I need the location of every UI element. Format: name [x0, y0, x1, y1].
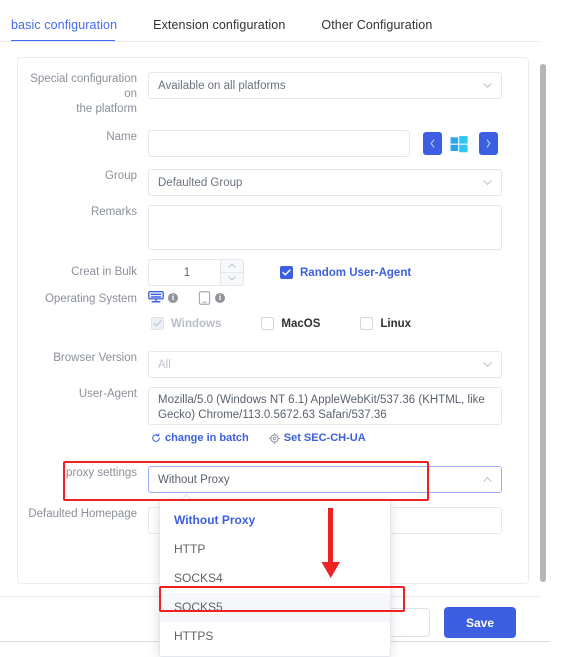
windows-logo-icon: [450, 135, 468, 153]
form-row-creat-in-bulk: Creat in Bulk 1: [17, 259, 411, 286]
next-profile-button[interactable]: [479, 132, 498, 155]
form-row-ua-links: change in batch: [17, 432, 366, 444]
group-control: [148, 169, 502, 196]
browser-version-label: Browser Version: [17, 351, 148, 366]
macos-label: MacOS: [281, 318, 320, 330]
name-input[interactable]: [148, 130, 410, 157]
os-checkbox-windows[interactable]: Windows: [151, 317, 221, 330]
creat-in-bulk-label: Creat in Bulk: [17, 259, 148, 286]
change-in-batch-label: change in batch: [165, 432, 249, 444]
random-user-agent-checkbox-row[interactable]: Random User-Agent: [280, 266, 411, 279]
dropdown-option-socks5[interactable]: SOCKS5: [160, 593, 390, 622]
os-type-mobile[interactable]: i: [198, 291, 225, 305]
set-sec-ch-ua-label: Set SEC-CH-UA: [284, 432, 366, 444]
operating-system-label: Operating System: [17, 291, 148, 308]
random-user-agent-label: Random User-Agent: [300, 267, 411, 279]
scrollbar-thumb[interactable]: [540, 64, 546, 582]
stepper-buttons: [220, 260, 243, 285]
remarks-label: Remarks: [17, 205, 148, 220]
tab-bar: basic configuration Extension configurat…: [0, 0, 550, 45]
os-type-icons: i i: [148, 291, 225, 305]
linux-checkbox[interactable]: [360, 317, 373, 330]
dropdown-option-without-proxy[interactable]: Without Proxy: [160, 506, 390, 535]
name-control: [148, 130, 410, 157]
linux-label: Linux: [380, 318, 411, 330]
form-row-remarks: Remarks: [17, 205, 502, 255]
refresh-icon: [151, 433, 161, 443]
change-in-batch-link[interactable]: change in batch: [151, 432, 249, 444]
platform-select[interactable]: [148, 72, 502, 99]
form-row-name: Name: [17, 130, 410, 157]
proxy-settings-label: proxy settings: [17, 466, 148, 481]
user-agent-label: User-Agent: [17, 387, 148, 402]
form-row-user-agent: User-Agent: [17, 387, 502, 430]
app-window: basic configuration Extension configurat…: [0, 0, 561, 657]
mobile-device-icon[interactable]: [198, 291, 211, 305]
tab-other-configuration[interactable]: Other Configuration: [321, 18, 432, 42]
dropdown-option-socks4[interactable]: SOCKS4: [160, 564, 390, 593]
set-sec-ch-ua-link[interactable]: Set SEC-CH-UA: [269, 432, 366, 444]
form-row-os-checkboxes: Windows MacOS Linux: [17, 317, 411, 330]
remarks-control: [148, 205, 502, 255]
save-button[interactable]: Save: [444, 607, 516, 638]
proxy-settings-control: [148, 466, 502, 493]
gear-icon: [269, 433, 280, 444]
random-user-agent-checkbox[interactable]: [280, 266, 293, 279]
proxy-settings-select[interactable]: [148, 466, 502, 493]
os-checkbox-group: Windows MacOS Linux: [148, 317, 411, 330]
remarks-textarea[interactable]: [148, 205, 502, 250]
windows-checkbox[interactable]: [151, 317, 164, 330]
tab-label: Other Configuration: [321, 18, 432, 32]
tab-divider: [0, 41, 539, 42]
quantity-stepper[interactable]: 1: [148, 259, 244, 286]
operating-system-control: i i: [148, 291, 225, 305]
info-icon[interactable]: i: [215, 293, 225, 303]
platform-label: Special configuration on the platform: [17, 72, 148, 117]
platform-control: [148, 72, 502, 99]
stepper-decrement-button[interactable]: [221, 273, 243, 286]
form-row-group: Group: [17, 169, 502, 196]
form-row-browser-version: Browser Version: [17, 351, 502, 378]
tab-label: Extension configuration: [153, 18, 285, 32]
os-checkbox-linux[interactable]: Linux: [360, 317, 411, 330]
form-row-proxy-settings: proxy settings: [17, 466, 502, 493]
tab-extension-configuration[interactable]: Extension configuration: [153, 18, 285, 42]
form-row-operating-system: Operating System i: [17, 291, 225, 308]
os-type-desktop[interactable]: i: [148, 291, 178, 305]
os-checkbox-macos[interactable]: MacOS: [261, 317, 320, 330]
user-agent-textarea[interactable]: [148, 387, 502, 425]
macos-checkbox[interactable]: [261, 317, 274, 330]
user-agent-control: [148, 387, 502, 430]
prev-profile-button[interactable]: [423, 132, 442, 155]
tab-strip: basic configuration Extension configurat…: [11, 18, 468, 42]
browser-version-control: [148, 351, 502, 378]
proxy-settings-dropdown: Without Proxy HTTP SOCKS4 SOCKS5 HTTPS: [159, 500, 391, 657]
group-select[interactable]: [148, 169, 502, 196]
dropdown-option-http[interactable]: HTTP: [160, 535, 390, 564]
windows-label: Windows: [171, 318, 221, 330]
stepper-increment-button[interactable]: [221, 260, 243, 273]
ua-action-links: change in batch: [151, 432, 366, 444]
form-row-platform: Special configuration on the platform: [17, 72, 502, 117]
browser-version-select[interactable]: [148, 351, 502, 378]
dropdown-option-https[interactable]: HTTPS: [160, 622, 390, 651]
tab-label: basic configuration: [11, 18, 117, 32]
tab-basic-configuration[interactable]: basic configuration: [11, 18, 117, 42]
creat-in-bulk-control: 1 Random User-Agent: [148, 259, 411, 286]
name-label: Name: [17, 130, 148, 145]
ua-links-control: change in batch: [148, 432, 366, 444]
info-icon[interactable]: i: [168, 293, 178, 303]
desktop-monitor-icon[interactable]: [148, 291, 164, 305]
group-label: Group: [17, 169, 148, 184]
defaulted-homepage-label: Defaulted Homepage: [17, 507, 148, 522]
